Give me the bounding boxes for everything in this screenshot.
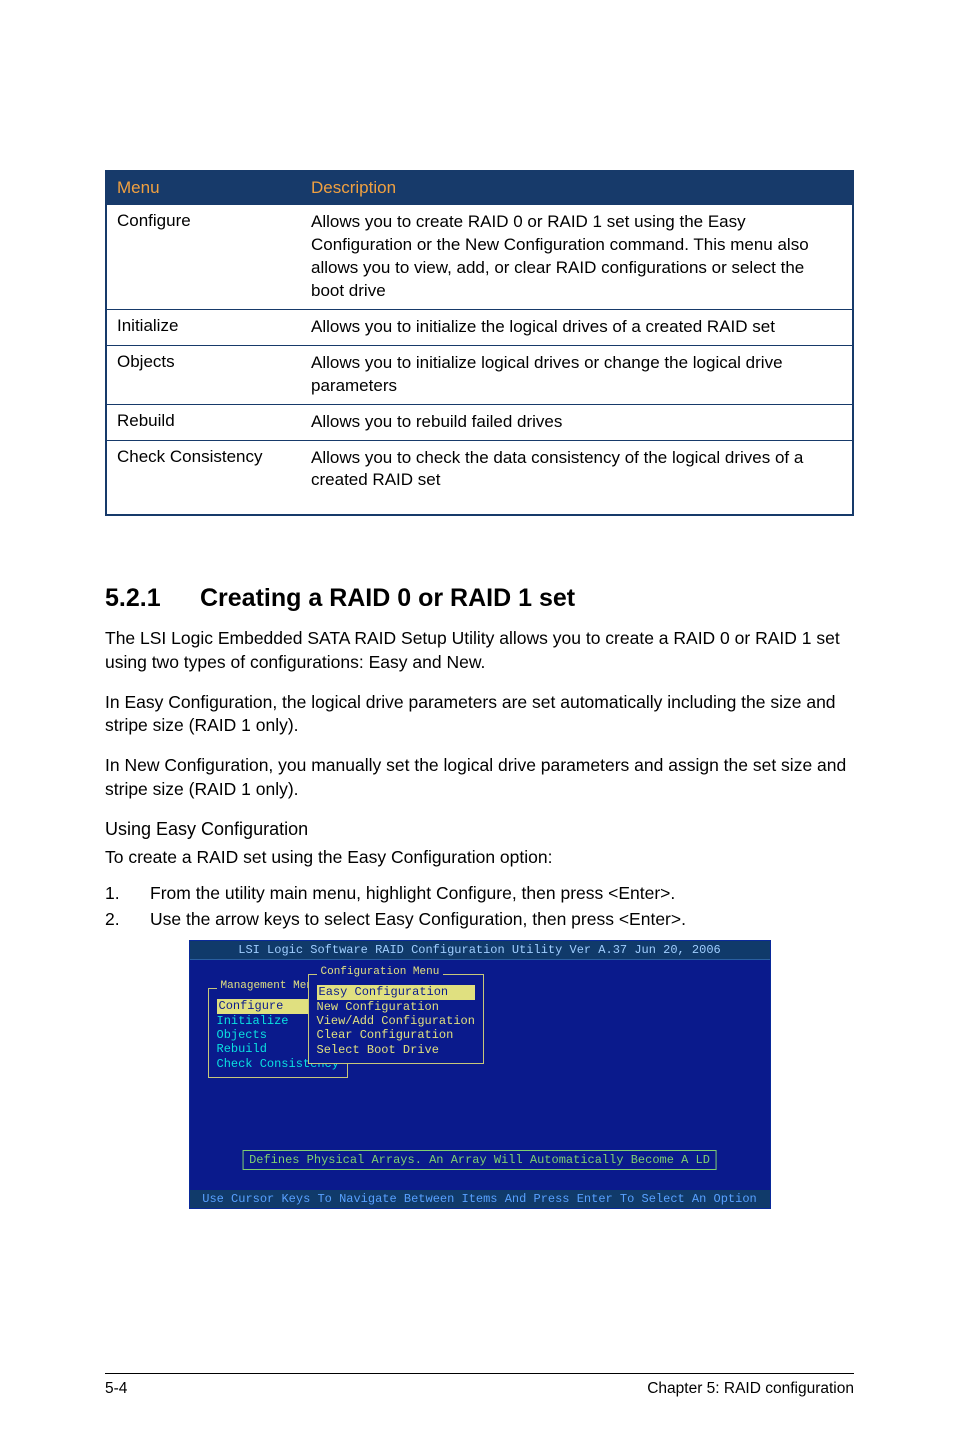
table-cell-menu: Configure	[106, 205, 301, 310]
table-cell-menu: Rebuild	[106, 404, 301, 440]
subheading: Using Easy Configuration	[105, 819, 854, 840]
table-row: Initialize Allows you to initialize the …	[106, 309, 853, 345]
bios-hint-box: Defines Physical Arrays. An Array Will A…	[242, 1150, 717, 1170]
table-cell-menu: Objects	[106, 345, 301, 404]
conf-item-clear-configuration[interactable]: Clear Configuration	[317, 1028, 475, 1042]
bios-body: Management Menu Configure Initialize Obj…	[190, 960, 770, 1190]
chapter-label: Chapter 5: RAID configuration	[647, 1380, 854, 1398]
section-number: 5.2.1	[105, 584, 200, 613]
list-item: 2. Use the arrow keys to select Easy Con…	[105, 906, 854, 932]
bios-screenshot: LSI Logic Software RAID Configuration Ut…	[105, 940, 854, 1209]
table-row: Configure Allows you to create RAID 0 or…	[106, 205, 853, 310]
table-cell-description: Allows you to create RAID 0 or RAID 1 se…	[301, 205, 853, 310]
page-footer: 5-4 Chapter 5: RAID configuration	[105, 1373, 854, 1398]
bios-window: LSI Logic Software RAID Configuration Ut…	[189, 940, 771, 1209]
numbered-list: 1. From the utility main menu, highlight…	[105, 880, 854, 933]
table-cell-description: Allows you to check the data consistency…	[301, 440, 853, 515]
table-cell-menu: Check Consistency	[106, 440, 301, 515]
configuration-menu-panel: Configuration Menu Easy Configuration Ne…	[308, 974, 484, 1064]
conf-item-select-boot-drive[interactable]: Select Boot Drive	[317, 1043, 475, 1057]
table-header-description: Description	[301, 171, 853, 205]
table-row: Rebuild Allows you to rebuild failed dri…	[106, 404, 853, 440]
paragraph: To create a RAID set using the Easy Conf…	[105, 846, 854, 870]
page-number: 5-4	[105, 1380, 127, 1398]
paragraph: In New Configuration, you manually set t…	[105, 754, 854, 801]
section-heading: 5.2.1 Creating a RAID 0 or RAID 1 set	[105, 584, 854, 613]
table-row: Check Consistency Allows you to check th…	[106, 440, 853, 515]
table-header-menu: Menu	[106, 171, 301, 205]
section-title: Creating a RAID 0 or RAID 1 set	[200, 584, 575, 613]
configuration-menu-label: Configuration Menu	[317, 966, 444, 979]
conf-item-easy-configuration[interactable]: Easy Configuration	[317, 985, 475, 999]
list-text: From the utility main menu, highlight Co…	[150, 880, 854, 906]
table-cell-description: Allows you to initialize the logical dri…	[301, 309, 853, 345]
conf-item-view-add-configuration[interactable]: View/Add Configuration	[317, 1014, 475, 1028]
menu-description-table: Menu Description Configure Allows you to…	[105, 170, 854, 516]
page: Menu Description Configure Allows you to…	[0, 0, 954, 1438]
list-number: 1.	[105, 880, 150, 906]
paragraph: The LSI Logic Embedded SATA RAID Setup U…	[105, 627, 854, 674]
table-cell-menu: Initialize	[106, 309, 301, 345]
conf-item-new-configuration[interactable]: New Configuration	[317, 1000, 475, 1014]
list-item: 1. From the utility main menu, highlight…	[105, 880, 854, 906]
bios-footer: Use Cursor Keys To Navigate Between Item…	[190, 1190, 770, 1208]
paragraph: In Easy Configuration, the logical drive…	[105, 691, 854, 738]
table-row: Objects Allows you to initialize logical…	[106, 345, 853, 404]
list-number: 2.	[105, 906, 150, 932]
bios-titlebar: LSI Logic Software RAID Configuration Ut…	[190, 941, 770, 960]
list-text: Use the arrow keys to select Easy Config…	[150, 906, 854, 932]
table-cell-description: Allows you to rebuild failed drives	[301, 404, 853, 440]
table-cell-description: Allows you to initialize logical drives …	[301, 345, 853, 404]
